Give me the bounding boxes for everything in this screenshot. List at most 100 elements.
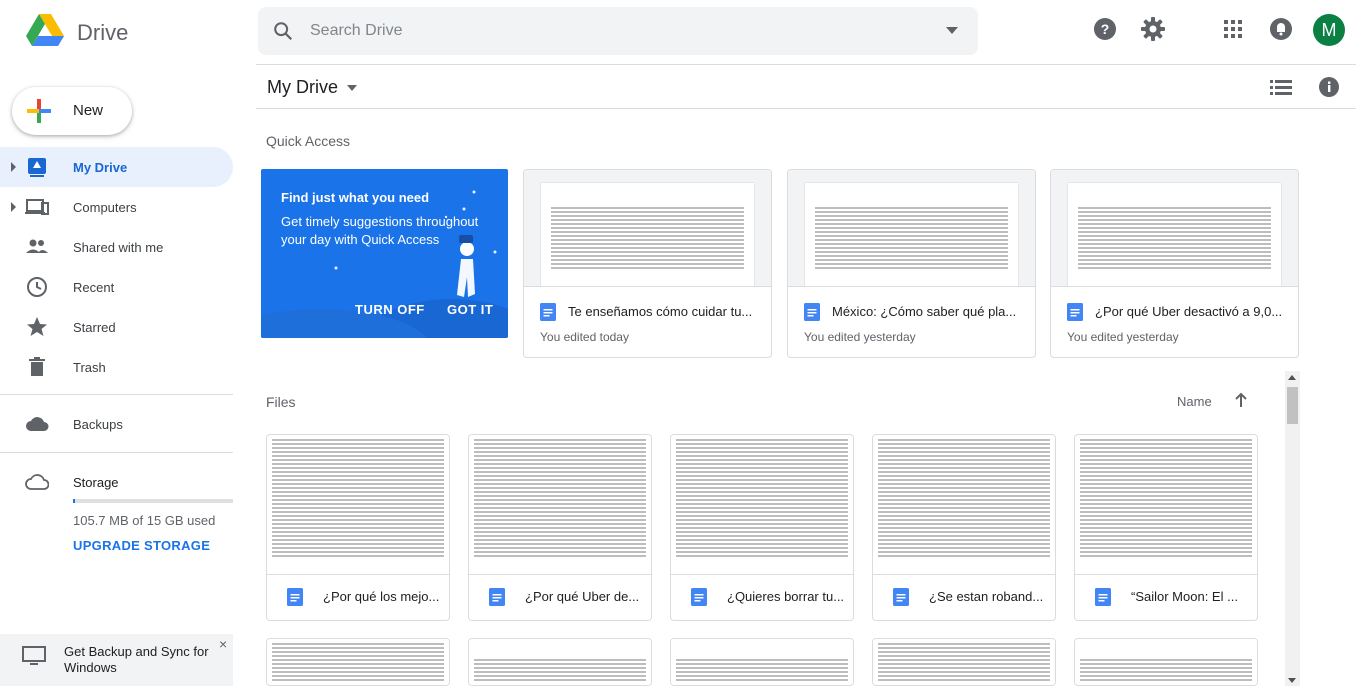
file-card[interactable]: [1074, 638, 1258, 686]
main-scrollbar[interactable]: [1285, 371, 1300, 686]
sidebar-item-recent[interactable]: Recent: [0, 267, 233, 307]
document-thumbnail: [873, 435, 1055, 575]
backup-sync-promo[interactable]: Get Backup and Sync for Windows ×: [0, 634, 233, 686]
quick-access-heading: Quick Access: [266, 133, 351, 149]
document-thumbnail: [469, 435, 651, 575]
file-card[interactable]: [266, 638, 450, 686]
clock-icon: [27, 277, 47, 297]
quick-access-reason: You edited yesterday: [1067, 330, 1179, 344]
google-doc-icon: [489, 588, 505, 606]
file-name: ¿Quieres borrar tu...: [727, 589, 845, 604]
sidebar-divider: [0, 452, 233, 453]
new-button-label: New: [73, 102, 104, 119]
quick-access-promo: Find just what you need Get timely sugge…: [261, 169, 508, 338]
chevron-down-icon[interactable]: [347, 85, 357, 91]
file-card[interactable]: ¿Por qué los mejo...: [266, 434, 450, 621]
quick-access-card[interactable]: Te enseñamos cómo cuidar tu... You edite…: [523, 169, 772, 358]
sidebar-item-label: Backups: [73, 417, 123, 432]
close-icon[interactable]: ×: [219, 636, 227, 652]
search-bar[interactable]: Search Drive: [258, 7, 978, 55]
backup-promo-text: Get Backup and Sync for Windows: [64, 644, 209, 675]
quick-access-file-name: México: ¿Cómo saber qué pla...: [832, 304, 1017, 319]
document-thumbnail: [671, 435, 853, 575]
file-card[interactable]: ¿Por qué Uber de...: [468, 434, 652, 621]
account-avatar[interactable]: M: [1313, 14, 1345, 46]
file-card[interactable]: “Sailor Moon: El ...: [1074, 434, 1258, 621]
search-icon[interactable]: [272, 20, 294, 42]
sidebar-item-label: Starred: [73, 320, 116, 335]
document-thumbnail: [873, 639, 1055, 685]
apps-grid-icon[interactable]: [1220, 16, 1246, 42]
file-card[interactable]: ¿Quieres borrar tu...: [670, 434, 854, 621]
quick-access-reason: You edited yesterday: [804, 330, 916, 344]
promo-description: Get timely suggestions throughout your d…: [281, 214, 479, 247]
sidebar-item-my-drive[interactable]: My Drive: [0, 147, 233, 187]
drive-logo-icon[interactable]: [26, 14, 64, 48]
document-thumbnail: [1075, 435, 1257, 575]
svg-text:?: ?: [1101, 21, 1110, 37]
sidebar-divider: [0, 394, 233, 395]
scroll-up-arrow-icon[interactable]: [1288, 375, 1296, 380]
sort-by-name-button[interactable]: Name: [1177, 394, 1212, 409]
upgrade-storage-link[interactable]: UPGRADE STORAGE: [73, 538, 210, 553]
plus-icon: [27, 99, 51, 123]
google-doc-icon: [804, 303, 820, 321]
info-icon[interactable]: [1318, 76, 1340, 98]
sidebar-item-starred[interactable]: Starred: [0, 307, 233, 347]
page-title[interactable]: My Drive: [267, 77, 338, 98]
quick-access-file-name: ¿Por qué Uber desactivó a 9,0...: [1095, 304, 1283, 319]
sidebar-item-label: Storage: [73, 475, 119, 490]
sidebar-item-backups[interactable]: Backups: [0, 404, 233, 444]
storage-usage-bar: [73, 499, 233, 503]
google-doc-icon: [691, 588, 707, 606]
got-it-button[interactable]: GOT IT: [447, 302, 493, 317]
file-name: ¿Por qué los mejo...: [323, 589, 440, 604]
scroll-down-arrow-icon[interactable]: [1288, 678, 1296, 683]
google-doc-icon: [287, 588, 303, 606]
file-card[interactable]: [872, 638, 1056, 686]
cloud-icon: [26, 417, 49, 431]
sidebar-item-label: Recent: [73, 280, 115, 295]
title-divider: [256, 108, 1356, 109]
promo-title: Find just what you need: [281, 190, 430, 205]
turn-off-button[interactable]: TURN OFF: [355, 302, 425, 317]
cloud-outline-icon: [25, 474, 49, 490]
scrollbar-thumb[interactable]: [1287, 387, 1298, 424]
search-options-icon[interactable]: [946, 27, 958, 34]
sidebar-item-shared[interactable]: Shared with me: [0, 227, 233, 267]
storage-used-text: 105.7 MB of 15 GB used: [73, 513, 216, 528]
file-card[interactable]: [670, 638, 854, 686]
computers-icon: [25, 199, 49, 215]
quick-access-card[interactable]: México: ¿Cómo saber qué pla... You edite…: [787, 169, 1036, 358]
file-card[interactable]: [468, 638, 652, 686]
document-thumbnail: [671, 639, 853, 685]
expand-arrow-icon[interactable]: [11, 202, 16, 212]
brand-title: Drive: [77, 20, 129, 45]
expand-arrow-icon[interactable]: [11, 162, 16, 172]
quick-access-file-name: Te enseñamos cómo cuidar tu...: [568, 304, 753, 319]
sidebar-item-storage[interactable]: Storage: [0, 462, 233, 502]
quick-access-card[interactable]: ¿Por qué Uber desactivó a 9,0... You edi…: [1050, 169, 1299, 358]
file-card[interactable]: ¿Se estan roband...: [872, 434, 1056, 621]
notifications-icon[interactable]: [1268, 16, 1294, 42]
sidebar-item-trash[interactable]: Trash: [0, 347, 233, 387]
sidebar-item-label: My Drive: [73, 160, 128, 175]
sidebar-item-label: Shared with me: [73, 240, 164, 255]
file-name: ¿Se estan roband...: [929, 589, 1044, 604]
header-divider: [256, 64, 1356, 65]
help-icon[interactable]: ?: [1092, 16, 1118, 42]
google-doc-icon: [540, 303, 556, 321]
trash-icon: [29, 357, 45, 376]
files-heading: Files: [266, 394, 296, 410]
google-doc-icon: [1067, 303, 1083, 321]
my-drive-icon: [28, 158, 46, 177]
sidebar-item-computers[interactable]: Computers: [0, 187, 233, 227]
quick-access-reason: You edited today: [540, 330, 629, 344]
new-button[interactable]: New: [12, 87, 132, 135]
list-view-icon[interactable]: [1270, 77, 1292, 97]
sort-direction-arrow-icon[interactable]: [1233, 391, 1249, 409]
settings-gear-icon[interactable]: [1140, 16, 1166, 42]
document-thumbnail: [469, 639, 651, 685]
document-thumbnail: [1051, 170, 1298, 287]
search-input[interactable]: Search Drive: [310, 22, 402, 40]
